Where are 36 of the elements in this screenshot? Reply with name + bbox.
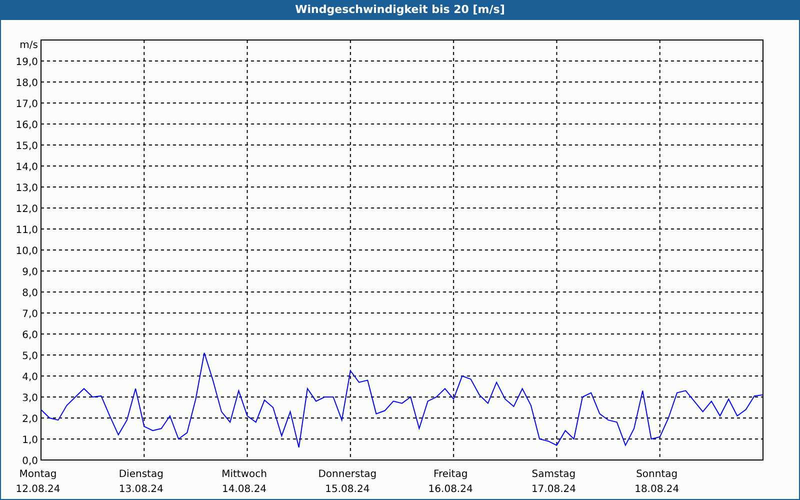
y-tick-label: 13,0: [16, 182, 38, 194]
weekday-label: Mittwoch: [222, 468, 267, 480]
weekday-label: Montag: [19, 468, 57, 480]
chart-title: Windgeschwindigkeit bis 20 [m/s]: [295, 3, 505, 16]
y-tick-label: 10,0: [16, 246, 38, 257]
x-tick-label: 17.08.24: [531, 484, 576, 495]
weekday-label: Sonntag: [636, 468, 678, 480]
y-tick-label: 3,0: [22, 392, 38, 404]
y-tick-label: 8,0: [22, 288, 38, 299]
y-axis-unit: m/s: [20, 40, 38, 51]
y-tick-label: 6,0: [22, 330, 38, 341]
y-tick-label: 5,0: [22, 350, 38, 362]
y-tick-label: 1,0: [22, 434, 38, 446]
x-tick-label: 16.08.24: [428, 484, 473, 495]
y-tick-label: 15,0: [16, 140, 38, 152]
y-tick-label: 14,0: [16, 162, 38, 173]
x-tick-label: 13.08.24: [118, 484, 164, 495]
y-tick-label: 9,0: [22, 266, 38, 278]
weekday-label: Dienstag: [118, 468, 164, 480]
weekday-label: Donnerstag: [318, 468, 377, 480]
x-tick-label: 14.08.24: [222, 484, 267, 495]
y-tick-label: 12,0: [16, 204, 38, 215]
y-tick-label: 16,0: [16, 120, 38, 131]
y-tick-label: 7,0: [22, 308, 38, 320]
y-tick-label: 4,0: [22, 372, 38, 383]
y-tick-label: 2,0: [22, 414, 38, 425]
y-tick-label: 11,0: [16, 224, 38, 236]
weekday-label: Samstag: [532, 468, 576, 480]
y-tick-label: 18,0: [16, 78, 38, 89]
y-tick-label: 19,0: [16, 56, 38, 68]
x-tick-label: 12.08.24: [16, 484, 60, 495]
y-tick-label: 17,0: [16, 98, 38, 110]
x-tick-label: 15.08.24: [325, 484, 370, 495]
y-tick-label: 0,0: [22, 456, 38, 467]
weekday-label: Freitag: [433, 468, 468, 480]
x-tick-label: 18.08.24: [634, 484, 680, 495]
